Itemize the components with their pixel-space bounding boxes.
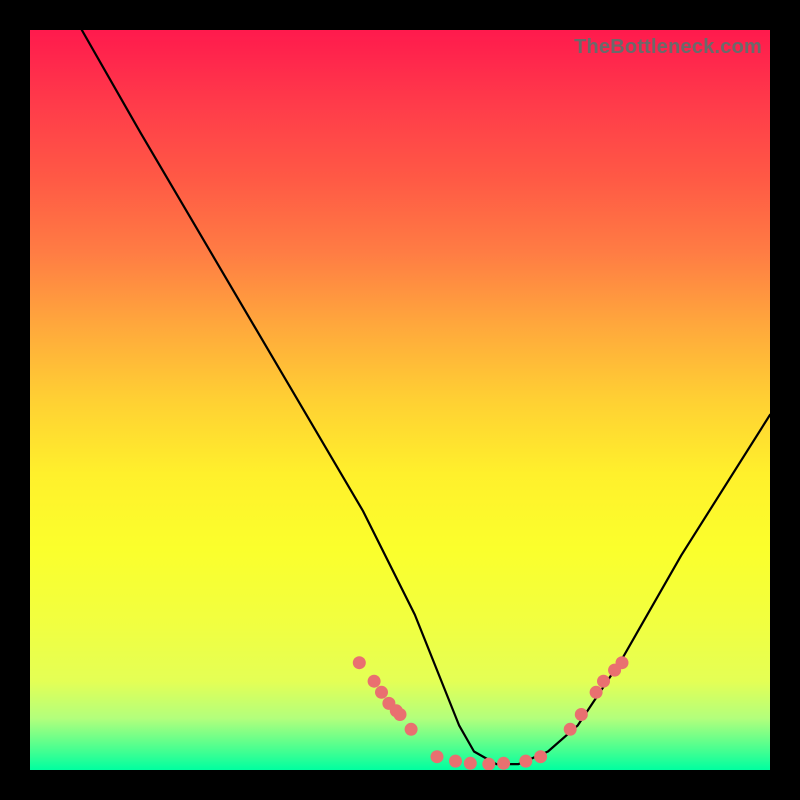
marker-dot xyxy=(368,675,381,688)
marker-dot xyxy=(405,723,418,736)
marker-dot xyxy=(597,675,610,688)
marker-dots xyxy=(353,656,629,770)
marker-dot xyxy=(375,686,388,699)
marker-dot xyxy=(353,656,366,669)
marker-dot xyxy=(449,755,462,768)
chart-container: TheBottleneck.com xyxy=(0,0,800,800)
marker-dot xyxy=(482,758,495,770)
marker-dot xyxy=(575,708,588,721)
chart-svg xyxy=(30,30,770,770)
curve-path xyxy=(82,30,770,764)
marker-dot xyxy=(564,723,577,736)
marker-dot xyxy=(497,757,510,770)
marker-dot xyxy=(519,755,532,768)
marker-dot xyxy=(590,686,603,699)
marker-dot xyxy=(616,656,629,669)
plot-area: TheBottleneck.com xyxy=(30,30,770,770)
marker-dot xyxy=(431,750,444,763)
marker-dot xyxy=(394,708,407,721)
marker-dot xyxy=(534,750,547,763)
marker-dot xyxy=(464,757,477,770)
